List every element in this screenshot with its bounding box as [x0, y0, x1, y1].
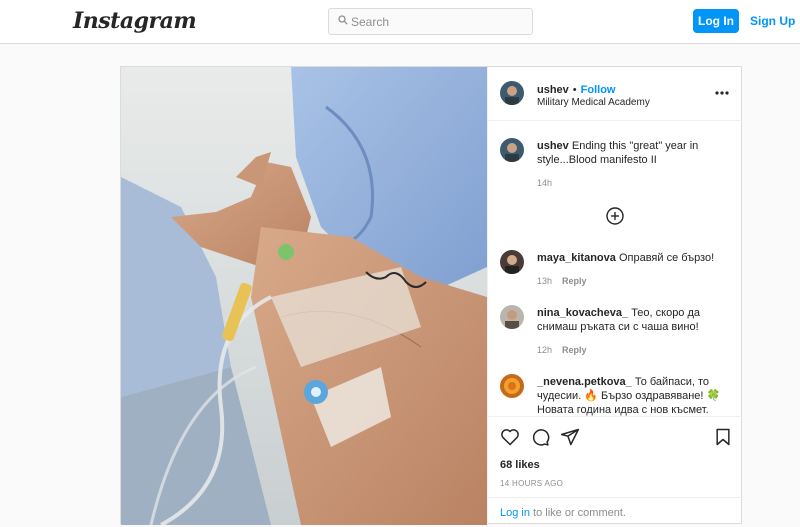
comment-time: 12h [537, 345, 553, 355]
author-avatar[interactable] [500, 81, 524, 105]
caption-time: 14h [537, 178, 553, 188]
signup-link[interactable]: Sign Up [750, 14, 795, 28]
search-box[interactable] [328, 8, 533, 35]
post-image [121, 67, 487, 525]
comment-time: 13h [537, 276, 553, 286]
comment-username[interactable]: nina_kovacheva_ [537, 307, 628, 319]
caption-username[interactable]: ushev [537, 140, 569, 152]
instagram-logo[interactable]: Instagram [73, 8, 197, 34]
post-timestamp: 14 HOURS AGO [500, 479, 564, 488]
search-input[interactable] [351, 12, 526, 31]
login-prompt-text: Log in to like or comment. [500, 507, 626, 519]
post-location[interactable]: Military Medical Academy [537, 97, 650, 108]
login-prompt: Log in to like or comment. [488, 497, 743, 526]
comment-avatar[interactable] [500, 305, 524, 329]
likes-count[interactable]: 68 likes [500, 459, 540, 471]
post-header: ushev • Follow Military Medical Academy [488, 67, 743, 121]
more-options-icon[interactable] [715, 91, 729, 95]
caption-text: ushev Ending this "great" year in style.… [537, 139, 733, 167]
follow-button[interactable]: Follow [581, 84, 616, 96]
post-card: ushev • Follow Military Medical Academy us… [120, 66, 743, 525]
comment-icon[interactable] [530, 427, 550, 447]
login-button[interactable]: Log In [693, 9, 739, 33]
bookmark-icon[interactable] [713, 427, 733, 447]
heart-icon[interactable] [500, 427, 520, 447]
comment-meta: 12h Reply [537, 345, 587, 355]
share-icon[interactable] [560, 427, 580, 447]
comments-list[interactable]: ushev Ending this "great" year in style.… [488, 122, 743, 416]
author-username[interactable]: ushev [537, 84, 569, 96]
author-line: ushev • Follow [537, 80, 615, 98]
comment-username[interactable]: maya_kitanova [537, 252, 616, 264]
login-prompt-rest: to like or comment. [529, 507, 626, 519]
login-link[interactable]: Log in [500, 507, 530, 519]
top-nav: Instagram Log In Sign Up [0, 0, 800, 44]
comment-body: Оправяй се бързо! [618, 252, 715, 264]
reply-button[interactable]: Reply [562, 276, 587, 286]
comment-text: nina_kovacheva_ Тео, скоро да снимаш рък… [537, 306, 733, 334]
search-icon [338, 15, 348, 25]
caption-avatar[interactable] [500, 138, 524, 162]
post-photo[interactable] [121, 67, 487, 525]
comment-username[interactable]: _nevena.petkova_ [537, 376, 632, 388]
comment-text: maya_kitanova Оправяй се бързо! [537, 251, 733, 265]
post-sidebar: ushev • Follow Military Medical Academy us… [487, 67, 743, 525]
comment-avatar[interactable] [500, 250, 524, 274]
separator-dot: • [572, 84, 577, 96]
comment-text: _nevena.petkova_ То байпаси, то чудесии.… [537, 375, 733, 416]
comment-meta: 13h Reply [537, 276, 587, 286]
post-actions: 68 likes 14 HOURS AGO Log in to like or … [488, 416, 743, 525]
plus-circle-icon[interactable] [606, 207, 624, 225]
comment-avatar[interactable] [500, 374, 524, 398]
reply-button[interactable]: Reply [562, 345, 587, 355]
